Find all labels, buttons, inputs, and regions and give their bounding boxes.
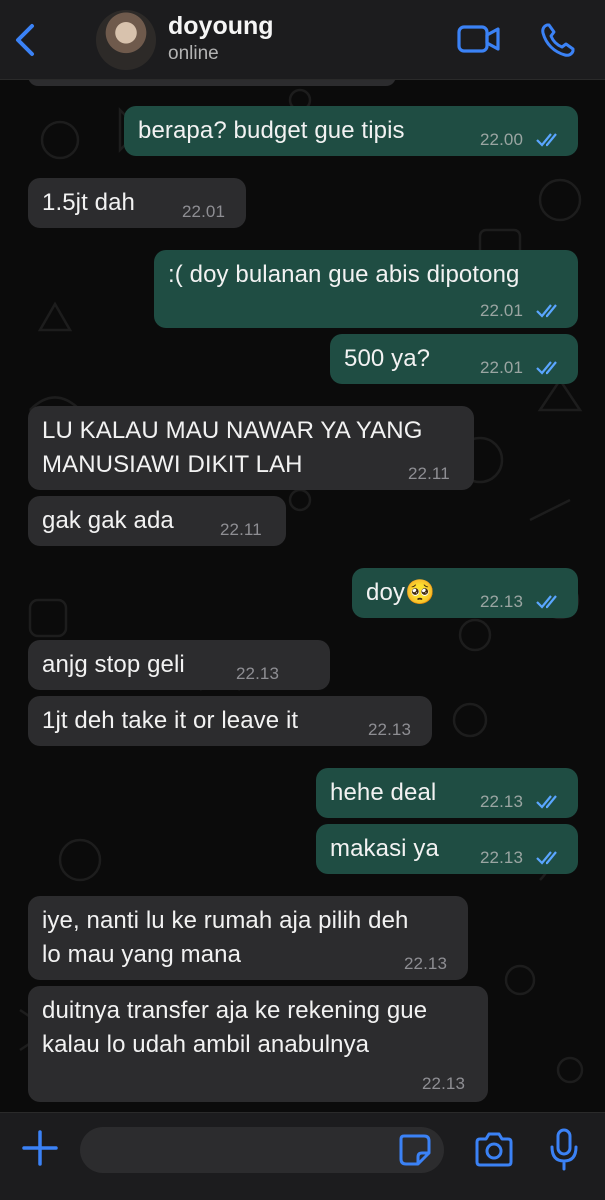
video-call-icon <box>457 25 500 53</box>
message-incoming[interactable]: iye, nanti lu ke rumah aja pilih deh lo … <box>28 896 468 980</box>
read-receipt-icon <box>536 595 557 609</box>
message-text: 1.5jt dah <box>42 189 135 216</box>
chevron-left-icon <box>16 24 34 56</box>
message-input[interactable] <box>80 1127 444 1173</box>
message-outgoing[interactable]: makasi ya 22.13 <box>316 824 578 874</box>
message-time: 22.13 <box>480 848 524 867</box>
message-time: 22.01 <box>480 301 524 320</box>
message-time: 22.00 <box>480 130 524 149</box>
contact-status: online <box>168 43 219 64</box>
message-time: 22.13 <box>368 720 412 739</box>
message-time: 22.11 <box>408 464 450 483</box>
camera-icon <box>475 1132 513 1167</box>
message-incoming[interactable]: gak gak ada 22.11 <box>28 496 286 546</box>
message-time: 22.01 <box>182 202 226 221</box>
back-button[interactable] <box>6 18 46 62</box>
message-outgoing[interactable]: berapa? budget gue tipis 22.00 <box>124 106 578 156</box>
avatar[interactable] <box>96 10 156 70</box>
voice-call-button[interactable] <box>538 20 578 60</box>
read-receipt-icon <box>536 851 557 865</box>
message-text: 500 ya? <box>344 345 431 372</box>
read-receipt-icon <box>536 304 557 318</box>
chat-header: doyoung online <box>0 0 605 80</box>
message-incoming[interactable]: LU KALAU MAU NAWAR YA YANG MANUSIAWI DIK… <box>28 406 474 490</box>
message-outgoing[interactable]: hehe deal 22.13 <box>316 768 578 818</box>
message-incoming[interactable]: anjg stop geli 22.13 <box>28 640 330 690</box>
message-incoming[interactable]: 1jt deh take it or leave it 22.13 <box>28 696 432 746</box>
message-text: berapa? budget gue tipis <box>138 117 405 144</box>
message-input-bar <box>0 1112 605 1200</box>
contact-name[interactable]: doyoung <box>168 12 274 41</box>
message-incoming[interactable]: duitnya transfer aja ke rekening gue kal… <box>28 986 488 1102</box>
plus-icon <box>22 1130 58 1166</box>
message-outgoing[interactable]: 500 ya? 22.01 <box>330 334 578 384</box>
message-time: 22.13 <box>480 792 524 811</box>
read-receipt-icon <box>536 361 557 375</box>
message-time: 22.11 <box>220 520 262 539</box>
message-time: 22.13 <box>404 954 448 973</box>
message-text: doy🥺 <box>366 579 435 606</box>
message-time: 22.13 <box>422 1074 466 1093</box>
message-outgoing[interactable]: :( doy bulanan gue abis dipotong 22.01 <box>154 250 578 328</box>
voice-note-button[interactable] <box>548 1127 580 1173</box>
message-text: hehe deal <box>330 779 437 806</box>
chat-area[interactable]: berapa? budget gue tipis 22.00 1.5jt dah… <box>0 80 605 1112</box>
message-outgoing[interactable]: doy🥺 22.13 <box>352 568 578 618</box>
previous-message-edge <box>28 80 396 86</box>
sticker-icon <box>399 1134 431 1166</box>
message-text: duitnya transfer aja ke rekening gue kal… <box>42 997 428 1058</box>
message-text: LU KALAU MAU NAWAR YA YANG MANUSIAWI DIK… <box>42 417 423 478</box>
video-call-button[interactable] <box>456 22 502 56</box>
sticker-button[interactable] <box>398 1133 432 1167</box>
message-time: 22.01 <box>480 358 524 377</box>
message-time: 22.13 <box>236 664 280 683</box>
phone-icon <box>541 23 575 57</box>
read-receipt-icon <box>536 795 557 809</box>
message-text: :( doy bulanan gue abis dipotong <box>168 261 520 288</box>
message-text: makasi ya <box>330 835 439 862</box>
camera-button[interactable] <box>472 1130 516 1170</box>
message-text: gak gak ada <box>42 507 174 534</box>
message-time: 22.13 <box>480 592 524 611</box>
message-text: iye, nanti lu ke rumah aja pilih deh lo … <box>42 907 409 968</box>
message-incoming[interactable]: 1.5jt dah 22.01 <box>28 178 246 228</box>
attach-button[interactable] <box>20 1128 60 1168</box>
microphone-icon <box>550 1128 578 1171</box>
read-receipt-icon <box>536 133 557 147</box>
message-text: anjg stop geli <box>42 651 185 678</box>
message-text: 1jt deh take it or leave it <box>42 707 299 734</box>
